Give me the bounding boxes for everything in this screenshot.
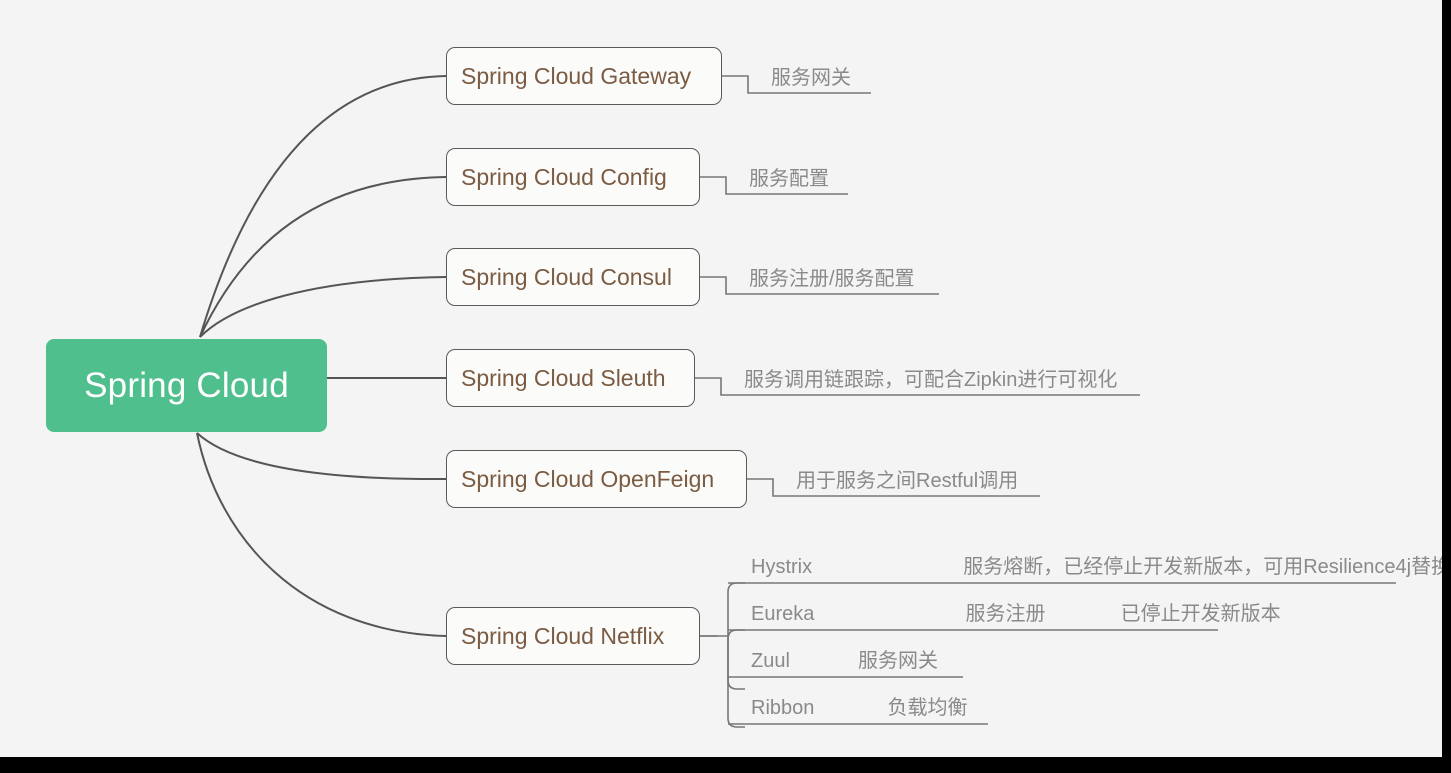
topic-sleuth-label: Spring Cloud Sleuth	[461, 364, 666, 391]
topic-config[interactable]: Spring Cloud Config	[446, 148, 700, 206]
netflix-child-zuul-name: Zuul	[751, 650, 790, 672]
note-sleuth[interactable]: 服务调用链跟踪，可配合Zipkin进行可视化	[744, 370, 1117, 390]
note-openfeign-text: 用于服务之间Restful调用	[796, 470, 1019, 492]
netflix-child-eureka-extra: 已停止开发新版本	[1120, 603, 1281, 625]
mindmap-canvas: Spring Cloud Spring Cloud Gateway Spring…	[0, 0, 1451, 773]
edge-root-openfeign	[196, 432, 447, 481]
edge-root-gateway	[199, 75, 447, 338]
note-config-text: 服务配置	[749, 168, 829, 190]
netflix-child-eureka[interactable]: Eureka 服务注册 已停止开发新版本	[751, 604, 1281, 624]
netflix-child-eureka-desc: 服务注册	[965, 603, 1046, 625]
netflix-child-ribbon-name: Ribbon	[751, 697, 815, 719]
topic-consul[interactable]: Spring Cloud Consul	[446, 248, 700, 306]
netflix-child-ribbon-desc: 负载均衡	[887, 697, 968, 719]
topic-config-label: Spring Cloud Config	[461, 163, 667, 190]
netflix-child-hystrix-desc: 服务熔断，已经停止开发新版本，可用Resilience4j替换	[963, 556, 1451, 578]
netflix-bracket	[727, 582, 745, 690]
window-right-edge	[1442, 0, 1451, 773]
topic-netflix[interactable]: Spring Cloud Netflix	[446, 607, 700, 665]
netflix-child-zuul-desc: 服务网关	[858, 650, 939, 672]
root-node[interactable]: Spring Cloud	[46, 339, 327, 432]
note-sleuth-text: 服务调用链跟踪，可配合Zipkin进行可视化	[744, 369, 1118, 391]
note-consul[interactable]: 服务注册/服务配置	[749, 269, 915, 289]
note-gateway[interactable]: 服务网关	[771, 68, 851, 88]
edge-root-config	[199, 176, 447, 338]
netflix-bracket-lower	[727, 629, 745, 728]
root-node-label: Spring Cloud	[84, 366, 289, 405]
note-config[interactable]: 服务配置	[749, 169, 829, 189]
topic-openfeign[interactable]: Spring Cloud OpenFeign	[446, 450, 747, 508]
topic-openfeign-label: Spring Cloud OpenFeign	[461, 465, 715, 492]
window-bottom-edge	[0, 757, 1451, 773]
netflix-child-hystrix[interactable]: Hystrix 服务熔断，已经停止开发新版本，可用Resilience4j替换	[751, 557, 1451, 577]
note-openfeign[interactable]: 用于服务之间Restful调用	[796, 471, 1018, 491]
topic-gateway-label: Spring Cloud Gateway	[461, 62, 692, 89]
topic-consul-label: Spring Cloud Consul	[461, 263, 672, 290]
edge-root-consul	[199, 276, 447, 338]
netflix-child-eureka-name: Eureka	[751, 603, 815, 625]
netflix-child-zuul[interactable]: Zuul 服务网关	[751, 651, 938, 671]
edge-root-netflix	[196, 432, 447, 637]
netflix-child-hystrix-name: Hystrix	[751, 556, 813, 578]
topic-netflix-label: Spring Cloud Netflix	[461, 622, 665, 649]
topic-sleuth[interactable]: Spring Cloud Sleuth	[446, 349, 695, 407]
topic-gateway[interactable]: Spring Cloud Gateway	[446, 47, 722, 105]
netflix-child-ribbon[interactable]: Ribbon 负载均衡	[751, 698, 968, 718]
note-consul-text: 服务注册/服务配置	[749, 268, 915, 290]
note-gateway-text: 服务网关	[771, 67, 851, 89]
